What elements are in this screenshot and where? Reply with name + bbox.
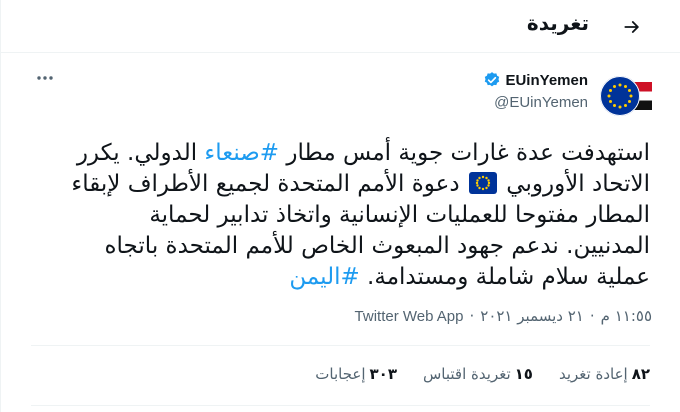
tweet-line: المطار مفتوحا للعمليات الإنسانية واتخاذ … (149, 202, 650, 228)
likes-count: ٣٠٣ (369, 365, 397, 383)
author-name[interactable]: EUinYemen (505, 72, 588, 89)
avatar[interactable] (600, 76, 652, 116)
tweet-text-segment: الدولي. يكرر (76, 140, 205, 166)
tweet-meta: ١١:٥٥ م · ٢١ ديسمبر ٢٠٢١ · Twitter Web App (355, 307, 652, 325)
meta-separator: · (589, 307, 595, 325)
tweet-line: الاتحاد الأوروبي دعوة الأمم المتحدة لجمي… (30, 169, 650, 200)
tweet-text: استهدفت عدة غارات جوية أمس مطار #صنعاء ا… (30, 138, 650, 293)
page-title: تغريدة (526, 11, 589, 35)
divider (31, 345, 650, 346)
author-block[interactable]: EUinYemen @EUinYemen (483, 68, 588, 111)
tweet-page: تغريدة EUinYemen @EUinYemen استهدفت عدة … (0, 0, 680, 412)
retweets-label: إعادة تغريد (558, 365, 628, 383)
hashtag-link[interactable]: #اليمن (289, 264, 359, 290)
tweet-line: عملية سلام شاملة ومستدامة. #اليمن (30, 262, 650, 293)
quotes-count: ١٥ (514, 365, 533, 383)
tweet-text-segment: دعوة الأمم المتحدة لجميع الأطراف لإبقاء (71, 171, 467, 197)
arrow-right-icon (624, 21, 639, 33)
author-name-row: EUinYemen (483, 68, 588, 92)
quotes-label: تغريدة اقتباس (423, 365, 511, 383)
more-options-button[interactable] (35, 68, 55, 88)
tweet-stats: ٨٢إعادة تغريد ١٥تغريدة اقتباس ٣٠٣إعجابات (315, 365, 650, 383)
hashtag-link[interactable]: #صنعاء (204, 140, 279, 166)
author-handle[interactable]: @EUinYemen (483, 94, 588, 111)
tweet-source[interactable]: Twitter Web App (355, 308, 464, 325)
likes-label: إعجابات (315, 365, 366, 383)
tweet-text-segment: عملية سلام شاملة ومستدامة. (359, 264, 650, 290)
tweet-text-segment: استهدفت عدة غارات جوية أمس مطار (279, 140, 650, 166)
header: تغريدة (1, 0, 680, 53)
retweets-stat[interactable]: ٨٢إعادة تغريد (559, 365, 650, 383)
tweet-text-segment: الاتحاد الأوروبي (498, 171, 650, 197)
meta-separator: · (469, 307, 475, 325)
tweet-line: المدنيين. ندعم جهود المبعوث الخاص للأمم … (104, 233, 651, 259)
eu-flag-emoji-icon (468, 172, 497, 194)
likes-stat[interactable]: ٣٠٣إعجابات (315, 365, 397, 383)
quotes-stat[interactable]: ١٥تغريدة اقتباس (423, 365, 533, 383)
retweets-count: ٨٢ (631, 365, 650, 383)
divider (31, 405, 650, 406)
tweet-date[interactable]: ٢١ ديسمبر ٢٠٢١ (480, 307, 584, 325)
verified-badge-icon (485, 72, 500, 87)
back-button[interactable] (615, 10, 649, 44)
more-horizontal-icon (37, 76, 53, 80)
tweet-line: استهدفت عدة غارات جوية أمس مطار #صنعاء ا… (30, 138, 650, 169)
tweet-time[interactable]: ١١:٥٥ م (601, 307, 652, 325)
